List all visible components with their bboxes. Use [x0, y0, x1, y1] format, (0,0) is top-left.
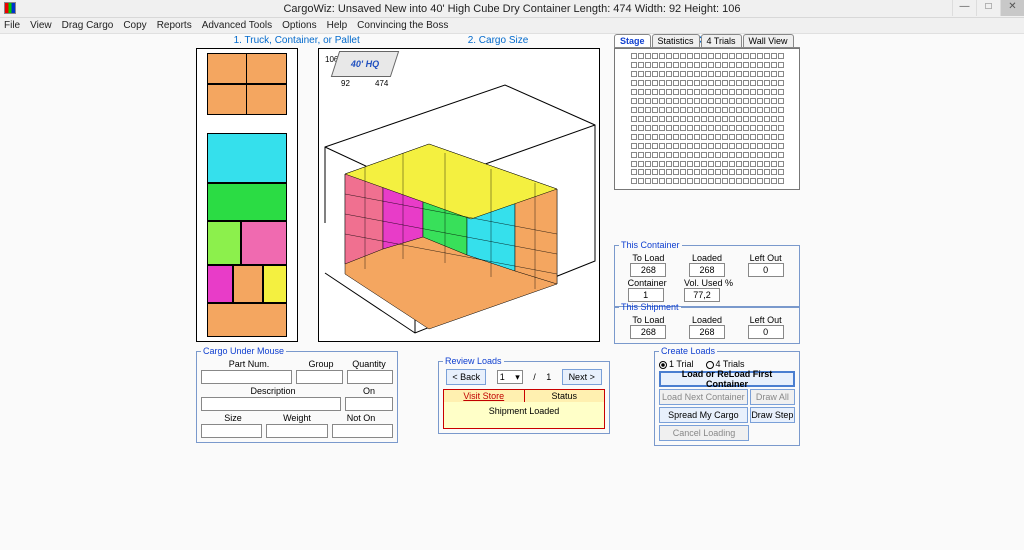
val-toload: 268	[630, 263, 666, 277]
tab-statistics[interactable]: Statistics	[652, 34, 700, 47]
page-sep: /	[533, 372, 536, 382]
container-strip-panel[interactable]	[196, 48, 298, 342]
val-quantity	[347, 370, 394, 384]
lbl-noton: Not On	[329, 413, 393, 423]
step-1[interactable]: 1. Truck, Container, or Pallet	[196, 34, 397, 48]
menu-options[interactable]: Options	[282, 20, 316, 31]
create-loads-group: Create Loads 1 Trial 4 Trials Load or Re…	[654, 346, 800, 446]
this-shipment-group: This Shipment To Load 268 Loaded 268 Lef…	[614, 302, 800, 344]
status-box: Visit Store Status Shipment Loaded	[443, 389, 605, 429]
radio-4trials[interactable]: 4 Trials	[706, 359, 745, 369]
val-noton	[332, 424, 393, 438]
val-partnum	[201, 370, 292, 384]
chevron-down-icon: ▾	[515, 372, 520, 383]
menu-reports[interactable]: Reports	[157, 20, 192, 31]
btn-next[interactable]: Next >	[562, 369, 602, 385]
link-visit-store[interactable]: Visit Store	[444, 390, 525, 402]
container-tabs-panel: Stage Statistics 4 Trials Wall View	[614, 34, 800, 190]
this-container-legend: This Container	[619, 240, 682, 250]
create-loads-legend: Create Loads	[659, 346, 717, 356]
tab-wall-view[interactable]: Wall View	[743, 34, 794, 47]
view-tabs: Stage Statistics 4 Trials Wall View	[614, 34, 800, 48]
title-bar: CargoWiz: Unsaved New into 40' High Cube…	[0, 0, 1024, 18]
val-ship-leftout: 0	[748, 325, 784, 339]
lbl-loaded: Loaded	[689, 253, 725, 263]
lbl-weight: Weight	[265, 413, 329, 423]
val-weight	[266, 424, 327, 438]
val-leftout: 0	[748, 263, 784, 277]
page-selector[interactable]: 1▾	[497, 370, 523, 384]
cargo-under-mouse-group: Cargo Under Mouse Part Num. Group Quanti…	[196, 346, 398, 443]
lbl-leftout: Left Out	[748, 253, 784, 263]
tab-stage[interactable]: Stage	[614, 34, 651, 47]
step-2[interactable]: 2. Cargo Size	[397, 34, 598, 48]
menu-file[interactable]: File	[4, 20, 20, 31]
window-controls: — □ ✕	[952, 0, 1024, 16]
window-close[interactable]: ✕	[1000, 0, 1024, 16]
val-loaded: 268	[689, 263, 725, 277]
val-ship-loaded: 268	[689, 325, 725, 339]
top-view-grid[interactable]	[614, 48, 800, 190]
lbl-toload: To Load	[630, 253, 666, 263]
menu-view[interactable]: View	[30, 20, 52, 31]
tab-4trials[interactable]: 4 Trials	[701, 34, 742, 47]
page-total: 1	[546, 372, 551, 382]
val-on	[345, 397, 393, 411]
menu-convincing-boss[interactable]: Convincing the Boss	[357, 20, 448, 31]
btn-spread-cargo[interactable]: Spread My Cargo	[659, 407, 748, 423]
val-containerno: 1	[628, 288, 664, 302]
cargo-3d-panel[interactable]: 106 40' HQ 92 474	[318, 48, 600, 342]
status-message: Shipment Loaded	[444, 402, 604, 428]
val-volused: 77,2	[684, 288, 720, 302]
lbl-containerno: Container	[628, 278, 667, 288]
btn-load-first[interactable]: Load or ReLoad First Container	[659, 371, 795, 387]
btn-load-next[interactable]: Load Next Container	[659, 389, 748, 405]
btn-draw-step[interactable]: Draw Step	[750, 407, 795, 423]
val-ship-toload: 268	[630, 325, 666, 339]
menu-copy[interactable]: Copy	[123, 20, 146, 31]
btn-cancel-loading[interactable]: Cancel Loading	[659, 425, 749, 441]
lbl-ship-leftout: Left Out	[748, 315, 784, 325]
cargo-3d-svg	[319, 49, 601, 343]
lbl-on: On	[345, 386, 393, 396]
val-desc	[201, 397, 341, 411]
val-size	[201, 424, 262, 438]
this-shipment-legend: This Shipment	[619, 302, 681, 312]
lbl-group: Group	[297, 359, 345, 369]
menu-drag-cargo[interactable]: Drag Cargo	[62, 20, 114, 31]
lbl-volused: Vol. Used %	[684, 278, 733, 288]
lbl-size: Size	[201, 413, 265, 423]
lbl-partnum: Part Num.	[201, 359, 297, 369]
window-title: CargoWiz: Unsaved New into 40' High Cube…	[283, 3, 740, 15]
lbl-desc: Description	[201, 386, 345, 396]
cargo-under-legend: Cargo Under Mouse	[201, 346, 286, 356]
btn-back[interactable]: < Back	[446, 369, 486, 385]
menu-bar: File View Drag Cargo Copy Reports Advanc…	[0, 18, 1024, 34]
menu-advanced-tools[interactable]: Advanced Tools	[202, 20, 272, 31]
lbl-ship-toload: To Load	[630, 315, 666, 325]
app-icon	[4, 2, 16, 14]
this-container-group: This Container To Load 268 Loaded 268 Le…	[614, 240, 800, 307]
menu-help[interactable]: Help	[327, 20, 348, 31]
review-loads-group: Review Loads < Back 1▾ / 1 Next > Visit …	[438, 356, 610, 434]
radio-1trial[interactable]: 1 Trial	[659, 359, 694, 369]
review-loads-legend: Review Loads	[443, 356, 504, 366]
val-group	[296, 370, 343, 384]
window-maximize[interactable]: □	[976, 0, 1000, 16]
btn-draw-all[interactable]: Draw All	[750, 389, 795, 405]
window-minimize[interactable]: —	[952, 0, 976, 16]
status-header: Status	[525, 390, 605, 402]
lbl-ship-loaded: Loaded	[689, 315, 725, 325]
workspace: 1. Truck, Container, or Pallet 2. Cargo …	[0, 34, 1024, 550]
lbl-quantity: Quantity	[345, 359, 393, 369]
